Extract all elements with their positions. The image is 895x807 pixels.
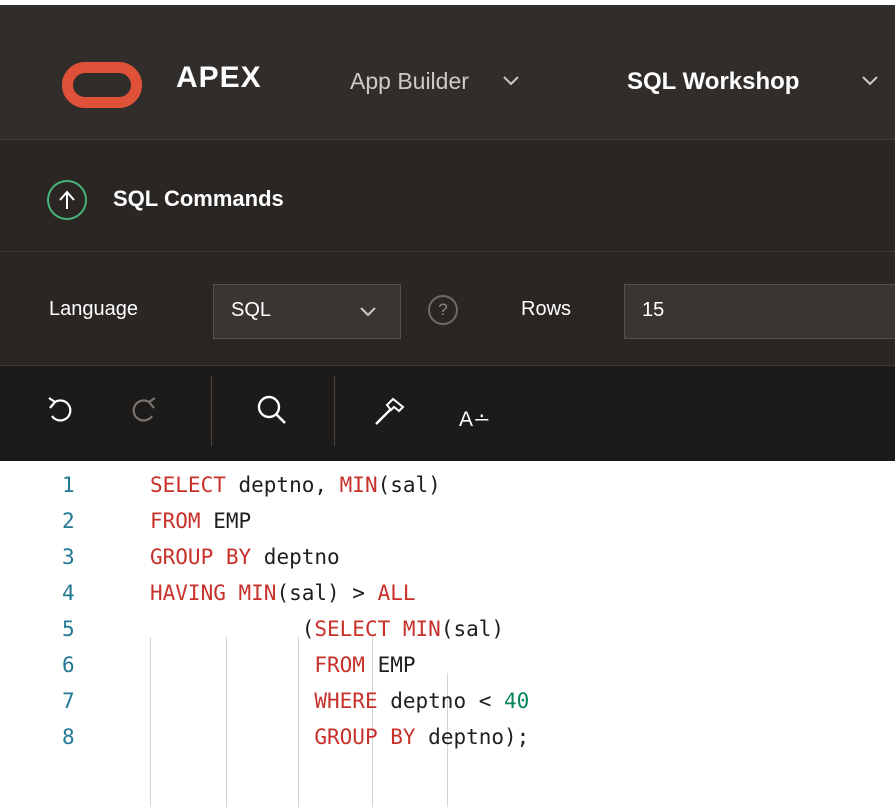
code-text[interactable]: WHERE deptno < 40	[150, 689, 529, 713]
format-code-button[interactable]: A∸	[459, 407, 491, 432]
language-select-value: SQL	[231, 299, 272, 321]
brand-name[interactable]: APEX	[176, 61, 262, 95]
editor-toolbar: A∸	[0, 365, 895, 461]
nav-app-builder[interactable]: App Builder	[350, 68, 469, 95]
line-number: 2	[62, 509, 75, 533]
help-icon[interactable]: ?	[428, 295, 458, 325]
code-text[interactable]: HAVING MIN(sal) > ALL	[150, 581, 416, 605]
code-text[interactable]: SELECT deptno, MIN(sal)	[150, 473, 441, 497]
command-options-bar: Language SQL ? Rows 15	[0, 251, 895, 365]
rows-input-value: 15	[642, 299, 665, 321]
up-arrow-icon[interactable]	[47, 180, 87, 220]
code-line[interactable]: 2 FROM EMP	[0, 505, 895, 541]
language-select[interactable]: SQL	[213, 284, 401, 339]
page-title-bar: SQL Commands	[0, 139, 895, 251]
language-label: Language	[49, 298, 138, 320]
code-line[interactable]: 4 HAVING MIN(sal) > ALL	[0, 577, 895, 613]
hammer-icon[interactable]	[372, 394, 406, 433]
chevron-down-icon	[360, 307, 376, 317]
line-number: 5	[62, 617, 75, 641]
code-line[interactable]: 7 WHERE deptno < 40	[0, 685, 895, 721]
line-number: 1	[62, 473, 75, 497]
code-line[interactable]: 3 GROUP BY deptno	[0, 541, 895, 577]
code-text[interactable]: GROUP BY deptno	[150, 545, 340, 569]
code-line[interactable]: 1 SELECT deptno, MIN(sal)	[0, 469, 895, 505]
code-editor[interactable]: 1 SELECT deptno, MIN(sal) 2 FROM EMP 3 GROUP …	[0, 461, 895, 807]
redo-icon[interactable]	[131, 396, 157, 429]
undo-icon[interactable]	[47, 396, 73, 429]
line-number: 8	[62, 725, 75, 749]
line-number: 7	[62, 689, 75, 713]
line-number: 4	[62, 581, 75, 605]
rows-input[interactable]: 15	[624, 284, 895, 339]
code-line[interactable]: 6 FROM EMP	[0, 649, 895, 685]
line-number: 3	[62, 545, 75, 569]
code-text[interactable]: (SELECT MIN(sal)	[150, 617, 504, 641]
search-icon[interactable]	[256, 394, 288, 431]
nav-sql-workshop[interactable]: SQL Workshop	[627, 68, 799, 96]
line-number: 6	[62, 653, 75, 677]
toolbar-separator	[334, 376, 335, 446]
code-text[interactable]: FROM EMP	[150, 509, 251, 533]
chevron-down-icon[interactable]	[503, 76, 519, 86]
rows-label: Rows	[521, 298, 572, 320]
code-line[interactable]: 5 (SELECT MIN(sal)	[0, 613, 895, 649]
page-title: SQL Commands	[113, 186, 284, 211]
code-text[interactable]: GROUP BY deptno);	[150, 725, 529, 749]
code-line[interactable]: 8 GROUP BY deptno);	[0, 721, 895, 757]
top-navigation-bar: APEX App Builder SQL Workshop	[0, 0, 895, 139]
chevron-down-icon[interactable]	[862, 76, 878, 86]
toolbar-separator	[211, 376, 212, 446]
code-text[interactable]: FROM EMP	[150, 653, 415, 677]
oracle-logo-icon[interactable]	[62, 62, 142, 108]
